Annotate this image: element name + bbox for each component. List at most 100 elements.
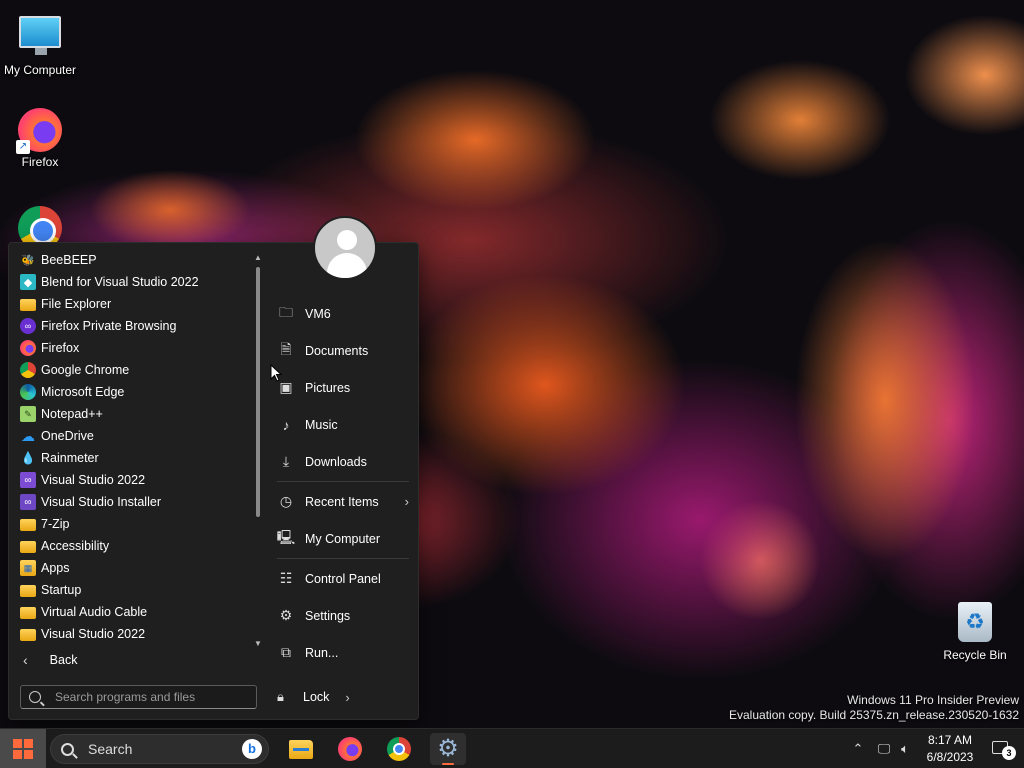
scrollbar-thumb[interactable] <box>256 267 260 517</box>
places-divider <box>277 481 409 482</box>
taskbar-app-file-explorer[interactable] <box>283 733 319 765</box>
desktop-icon-recycle-bin[interactable]: ♻ Recycle Bin <box>935 602 1015 662</box>
document-icon: 🗎 <box>280 340 292 357</box>
user-avatar[interactable] <box>313 216 377 280</box>
apps-icon: ▦ <box>20 560 36 576</box>
place-item-pictures[interactable]: ▣ Pictures <box>271 369 411 406</box>
program-item-blend[interactable]: ◆ Blend for Visual Studio 2022 <box>9 271 257 293</box>
user-folder-icon: 🗀 <box>279 303 293 320</box>
search-icon <box>29 691 41 703</box>
program-item-microsoft-edge[interactable]: Microsoft Edge <box>9 381 257 403</box>
program-item-visual-studio[interactable]: ∞ Visual Studio 2022 <box>9 469 257 491</box>
windows-logo-icon <box>13 739 33 759</box>
program-item-beebeep[interactable]: 🐝 BeeBEEP <box>9 249 257 271</box>
volume-icon[interactable]: 🔈︎ <box>896 741 914 757</box>
taskbar-app-settings[interactable]: ⚙ <box>430 733 466 765</box>
gear-icon: ⚙ <box>279 607 293 623</box>
place-item-downloads[interactable]: ⤓ Downloads <box>271 443 411 480</box>
places-list: 🗀 VM6 🗎 Documents ▣ Pictures ♪ Music ⤓ Downlo… <box>271 295 411 671</box>
taskbar-app-firefox[interactable] <box>332 733 368 765</box>
program-label: 7-Zip <box>41 517 70 531</box>
program-folder-virtual-audio-cable[interactable]: Virtual Audio Cable <box>9 601 257 623</box>
program-folder-7zip[interactable]: 7-Zip <box>9 513 257 535</box>
program-folder-startup[interactable]: Startup <box>9 579 257 601</box>
place-label: Recent Items <box>305 494 379 509</box>
start-button[interactable] <box>0 729 46 768</box>
program-item-visual-studio-installer[interactable]: ∞ Visual Studio Installer <box>9 491 257 513</box>
place-item-music[interactable]: ♪ Music <box>271 406 411 443</box>
program-list-scrollbar[interactable]: ▲ ▼ <box>254 253 262 648</box>
shortcut-arrow-icon: ↗ <box>16 140 30 154</box>
program-item-rainmeter[interactable]: 💧 Rainmeter <box>9 447 257 469</box>
place-item-run[interactable]: ⧉ Run... <box>271 634 411 671</box>
program-item-firefox-private[interactable]: ∞ Firefox Private Browsing <box>9 315 257 337</box>
program-item-onedrive[interactable]: ☁ OneDrive <box>9 425 257 447</box>
taskbar-app-chrome[interactable] <box>381 733 417 765</box>
program-item-file-explorer[interactable]: File Explorer <box>9 293 257 315</box>
place-label: Pictures <box>305 380 351 395</box>
folder-icon <box>20 519 36 531</box>
program-label: Notepad++ <box>41 407 103 421</box>
place-label: VM6 <box>305 306 331 321</box>
place-label: Music <box>305 417 338 432</box>
program-item-notepadpp[interactable]: ✎ Notepad++ <box>9 403 257 425</box>
folder-icon <box>20 629 36 641</box>
place-item-settings[interactable]: ⚙ Settings <box>271 597 411 634</box>
place-item-control-panel[interactable]: ☷ Control Panel <box>271 560 411 597</box>
program-item-google-chrome[interactable]: Google Chrome <box>9 359 257 381</box>
scroll-up-arrow-icon[interactable]: ▲ <box>254 253 262 262</box>
program-label: Visual Studio Installer <box>41 495 161 509</box>
network-icon[interactable]: 🖵 <box>872 741 896 757</box>
start-search-input[interactable] <box>55 690 245 704</box>
program-folder-accessibility[interactable]: Accessibility <box>9 535 257 557</box>
chrome-icon <box>20 362 36 378</box>
folder-icon <box>20 585 36 597</box>
place-item-recent-items[interactable]: ◷ Recent Items › <box>271 483 411 520</box>
visual-studio-installer-icon: ∞ <box>20 494 36 510</box>
recycle-bin-icon: ♻ <box>958 602 992 642</box>
bing-icon[interactable]: b <box>242 739 262 759</box>
start-search-box[interactable] <box>20 685 257 709</box>
back-button[interactable]: ‹ Back <box>21 649 77 671</box>
lock-icon: 🔒︎ <box>277 689 284 704</box>
program-item-firefox[interactable]: Firefox <box>9 337 257 359</box>
visual-studio-icon: ∞ <box>20 472 36 488</box>
chevron-right-icon: › <box>404 494 409 509</box>
lock-label: Lock <box>303 690 330 704</box>
program-label: Firefox <box>41 341 80 355</box>
watermark-line: Windows 11 Pro Insider Preview <box>847 693 1019 707</box>
search-icon <box>61 742 74 756</box>
chevron-right-icon[interactable]: › <box>345 690 349 705</box>
firefox-icon <box>20 340 36 356</box>
beebeep-icon: 🐝 <box>21 254 35 267</box>
program-folder-apps[interactable]: ▦ Apps <box>9 557 257 579</box>
os-watermark: Windows 11 Pro Insider Preview Evaluatio… <box>729 693 1019 723</box>
place-item-vm6[interactable]: 🗀 VM6 <box>271 295 411 332</box>
lock-button[interactable]: 🔒︎ Lock › <box>277 685 350 709</box>
place-item-documents[interactable]: 🗎 Documents <box>271 332 411 369</box>
desktop-icon-label: My Computer <box>3 63 77 77</box>
desktop-icon-label: Recycle Bin <box>943 648 1007 662</box>
chevron-up-icon[interactable]: ⌃ <box>850 741 866 757</box>
taskbar-search[interactable]: Search b <box>50 734 269 764</box>
program-label: BeeBEEP <box>41 253 97 267</box>
watermark-line: Evaluation copy. Build 25375.zn_release.… <box>729 708 1019 722</box>
place-label: Downloads <box>305 454 367 469</box>
program-folder-visual-studio-2022[interactable]: Visual Studio 2022 <box>9 623 257 645</box>
desktop-icon-my-computer[interactable]: My Computer <box>0 10 80 77</box>
taskbar-clock[interactable]: 8:17 AM 6/8/2023 <box>920 732 980 766</box>
firefox-private-icon: ∞ <box>20 318 36 334</box>
cloud-icon: ☁ <box>21 427 35 444</box>
scroll-down-arrow-icon[interactable]: ▼ <box>254 639 262 648</box>
computer-icon: 🖳 <box>276 528 296 545</box>
place-item-my-computer[interactable]: 🖳 My Computer <box>271 520 411 557</box>
system-tray: ⌃ 🖵 🔈︎ <box>850 729 914 768</box>
clock-date: 6/8/2023 <box>926 750 974 764</box>
clock-icon: ◷ <box>279 493 293 509</box>
desktop-icon-firefox[interactable]: ↗ Firefox <box>0 108 80 169</box>
notification-center-button[interactable]: 3 <box>990 739 1016 760</box>
blend-icon: ◆ <box>20 274 36 290</box>
folder-icon <box>20 541 36 553</box>
program-label: Visual Studio 2022 <box>41 627 146 641</box>
program-label: Virtual Audio Cable <box>41 605 148 619</box>
